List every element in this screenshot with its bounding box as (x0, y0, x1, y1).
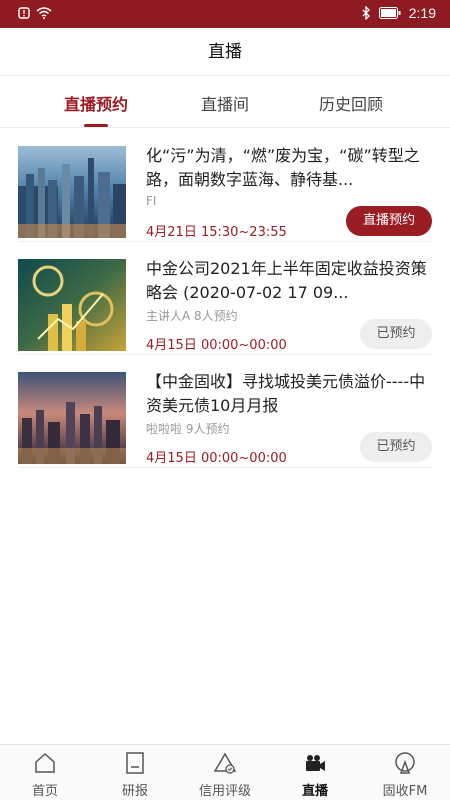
item-title: 化“污”为清，“燃”废为宝，“碳”转型之路，面朝数字蓝海、静待基... (146, 146, 420, 189)
home-icon (35, 752, 55, 773)
list-item[interactable]: 【中金固收】寻找城投美元债溢价----中资美元债10月月报 啦啦啦 9人预约 4… (18, 356, 432, 468)
nav-label: 固收FM (382, 784, 428, 799)
video-camera-icon (306, 755, 325, 771)
tab-bar: 直播预约 直播间 历史回顾 (0, 88, 450, 128)
nav-fm[interactable]: 固收FM (360, 745, 450, 800)
item-date: 4月21日 15:30~23:55 (146, 225, 287, 240)
radio-icon (395, 752, 415, 774)
rating-icon (213, 752, 237, 774)
report-icon (126, 752, 144, 774)
page-title: 直播 (208, 42, 242, 62)
nav-credit-rating[interactable]: 信用评级 (180, 745, 270, 800)
book-live-button[interactable]: 直播预约 (346, 206, 432, 236)
list-item[interactable]: 中金公司2021年上半年固定收益投资策略会 (2020-07-02 17 09.… (18, 243, 432, 355)
nav-home[interactable]: 首页 (0, 745, 90, 800)
nav-live[interactable]: 直播 (270, 745, 360, 800)
battery-icon (378, 7, 401, 19)
clock: 2:19 (408, 5, 436, 21)
item-subtitle: FI (146, 194, 157, 208)
bottom-navigation: 首页 研报 信用评级 直播 固收FM (0, 744, 450, 800)
booked-button[interactable]: 已预约 (360, 432, 432, 462)
wifi-icon (36, 7, 52, 19)
thumbnail-image (18, 146, 126, 238)
thumbnail-image (18, 372, 126, 464)
nav-reports[interactable]: 研报 (90, 745, 180, 800)
nav-label: 研报 (121, 784, 148, 799)
title-bar: 直播 (0, 28, 450, 76)
active-tab-indicator (84, 124, 108, 127)
list-item[interactable]: 化“污”为清，“燃”废为宝，“碳”转型之路，面朝数字蓝海、静待基... FI 4… (18, 130, 432, 242)
thumbnail-image (18, 259, 126, 351)
status-bar: 2:19 (0, 0, 450, 28)
nav-label: 直播 (301, 784, 328, 799)
tab-live-booking[interactable]: 直播预约 (26, 88, 166, 128)
booked-button[interactable]: 已预约 (360, 319, 432, 349)
bluetooth-icon (362, 6, 370, 20)
alert-icon (18, 7, 30, 19)
tab-live-room[interactable]: 直播间 (155, 88, 295, 128)
item-subtitle: 啦啦啦 9人预约 (146, 422, 230, 436)
tab-history[interactable]: 历史回顾 (281, 88, 421, 128)
item-date: 4月15日 00:00~00:00 (146, 451, 287, 466)
item-title: 【中金固收】寻找城投美元债溢价----中资美元债10月月报 (146, 372, 426, 415)
nav-label: 首页 (31, 784, 58, 799)
nav-label: 信用评级 (198, 784, 251, 799)
item-date: 4月15日 00:00~00:00 (146, 338, 287, 353)
item-subtitle: 主讲人A 8人预约 (146, 309, 238, 323)
item-title: 中金公司2021年上半年固定收益投资策略会 (2020-07-02 17 09.… (146, 259, 427, 302)
